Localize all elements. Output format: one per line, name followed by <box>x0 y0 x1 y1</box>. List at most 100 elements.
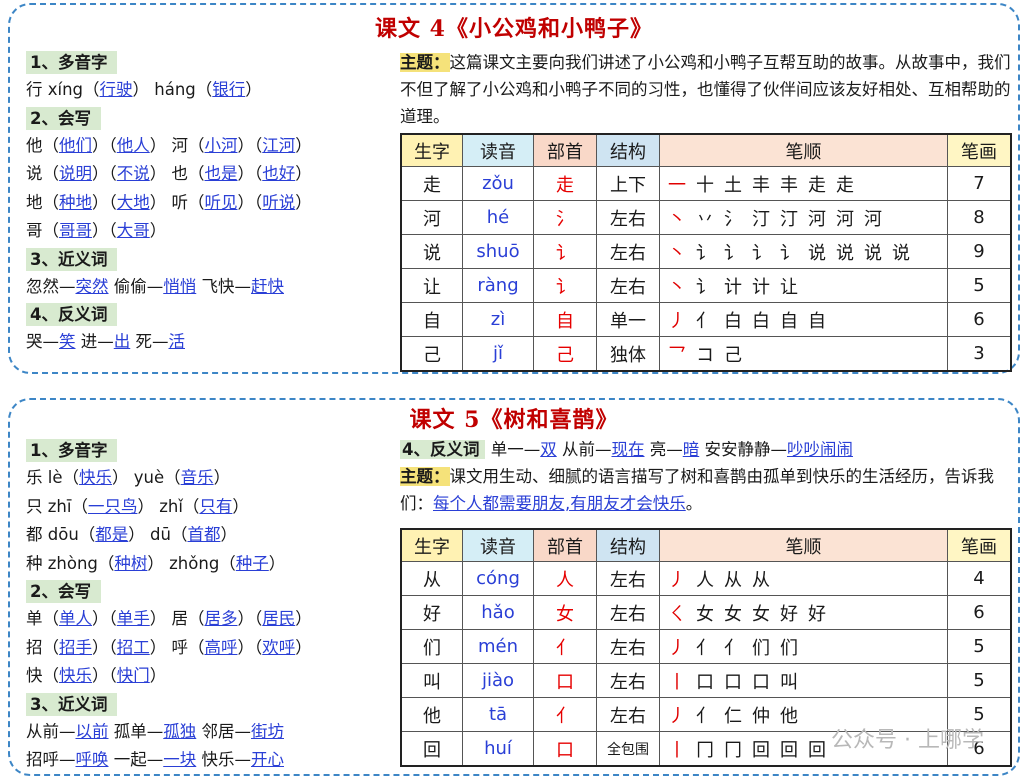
stroke-step: 冂 <box>724 739 752 761</box>
pinyin: zhī（ <box>47 496 88 516</box>
example-word: 居多 <box>204 609 238 628</box>
text: ）（ <box>92 637 117 657</box>
char-cell: 己 <box>400 336 463 372</box>
text: ）（ <box>237 609 263 628</box>
stroke-step: 说 <box>892 242 920 264</box>
example-word: 居民 <box>262 609 296 628</box>
stroke-step: 口 <box>752 671 780 693</box>
lesson4-theme-text: 这篇课文主要向我们讲述了小公鸡和小鸭子互帮互助的故事。从故事中，我们不但了解了小… <box>400 53 1011 126</box>
stroke-step: ㄑ <box>668 603 696 625</box>
lesson4-panel: 课文 4《小公鸡和小鸭子》 1、多音字 行 xíng（行驶） háng（银行） … <box>8 3 1020 374</box>
text: ）（ <box>92 192 117 212</box>
polyphone-line: 都 dōu（都是） dū（首都） <box>26 521 396 550</box>
table-header: 笔顺 <box>659 133 948 167</box>
synonym-word: 快乐— <box>196 750 251 769</box>
stroke-step: 口 <box>696 671 724 693</box>
stroke-order-cell: 丶讠计计让 <box>659 268 948 303</box>
stroke-count-cell: 9 <box>947 234 1012 269</box>
example-word: 招手 <box>59 637 92 657</box>
pinyin-cell: cóng <box>462 561 534 596</box>
stroke-step: 从 <box>752 569 780 591</box>
stroke-step: 好 <box>808 603 836 625</box>
lesson4-polyphone-heading: 1、多音字 <box>26 51 118 74</box>
antonym-word: 从前— <box>556 440 612 459</box>
watermark: 公众号 · 上哪学 <box>831 728 984 753</box>
antonym-answer: 双 <box>540 440 557 459</box>
stroke-order-cell: 一十土丰丰走走 <box>659 166 948 201</box>
antonym-word: 死— <box>130 332 169 351</box>
example-word: 种树 <box>114 553 148 573</box>
structure-cell: 左右 <box>596 595 660 630</box>
example-word: 只有 <box>199 496 233 516</box>
stroke-step: 讠 <box>724 242 752 264</box>
antonym-answer: 暗 <box>682 440 700 459</box>
stroke-step: 仁 <box>724 705 752 727</box>
example-word: 也好 <box>262 164 296 183</box>
stroke-step: 汀 <box>780 208 808 230</box>
table-header: 结构 <box>596 133 660 167</box>
char-cell: 走 <box>400 166 463 201</box>
pinyin-cell: shuō <box>462 234 534 269</box>
synonym-word: 飞快— <box>196 276 251 296</box>
stroke-step: 丷 <box>696 208 724 230</box>
stroke-step: 丰 <box>780 174 808 196</box>
write-char: 河（ <box>166 135 205 155</box>
text: ） <box>295 637 312 657</box>
text: ） <box>232 496 249 516</box>
stroke-step: 河 <box>864 208 892 230</box>
table-row: 好 hǎo 女左右 ㄑ女女女好好 6 <box>400 595 1012 630</box>
table-header-row: 生字 读音 部首 结构 笔顺 笔画 <box>400 133 1012 167</box>
synonym-word: 从前— <box>26 721 76 741</box>
stroke-step: 人 <box>696 569 724 591</box>
stroke-step: 走 <box>808 174 836 196</box>
text: ）（ <box>237 135 263 155</box>
synonym-word: 招呼— <box>26 750 76 769</box>
stroke-step: 丿 <box>668 637 696 659</box>
lesson4-theme-label: 主题： <box>400 53 450 72</box>
lesson5-notes: 1、多音字 乐 lè（快乐） yuè（音乐）只 zhī（一只鸟） zhǐ（只有）… <box>26 437 396 775</box>
stroke-order-cell: 丿人从从 <box>659 561 948 596</box>
antonym-answer: 出 <box>113 332 131 351</box>
radical-cell: 己 <box>533 336 597 372</box>
write-char: 单（ <box>26 609 59 628</box>
write-line: 单（单人）（单手） 居（居多）（居民） <box>26 605 396 634</box>
char-cell: 们 <box>400 629 463 664</box>
text: ） <box>149 164 167 183</box>
radical-cell: 讠 <box>533 234 597 269</box>
table-row: 说 shuō 讠左右 丶讠讠讠讠说说说说 9 <box>400 234 1012 269</box>
structure-cell: 左右 <box>596 697 660 732</box>
lesson4-synonym-heading: 3、近义词 <box>26 247 118 271</box>
write-char: 也（ <box>166 164 205 183</box>
pinyin-cell: hé <box>462 200 534 235</box>
text: ） <box>268 553 286 573</box>
lesson4-notes: 1、多音字 行 xíng（行驶） háng（银行） 2、会写 他（他们）（他人）… <box>26 49 396 357</box>
write-char: 他（ <box>26 135 59 155</box>
stroke-step: 己 <box>724 344 752 366</box>
table-row: 叫 jiào 口左右 丨口口口叫 5 <box>400 663 1012 698</box>
synonym-answer: 孤独 <box>163 721 197 741</box>
synonym-answer: 悄悄 <box>163 276 197 296</box>
polyphone-char: 都 <box>26 525 48 544</box>
text: ） <box>149 609 167 628</box>
pinyin-cell: zì <box>462 302 534 337</box>
synonym-answer: 街坊 <box>251 721 284 741</box>
example-word: 音乐 <box>180 468 214 487</box>
stroke-step: 河 <box>836 208 864 230</box>
write-char: 居（ <box>166 609 205 628</box>
antonym-word: 单一— <box>490 440 541 459</box>
polyphone-char: 只 <box>26 496 48 516</box>
stroke-step: 走 <box>836 174 864 196</box>
radical-cell: 亻 <box>533 629 597 664</box>
lesson4-char-table: 生字 读音 部首 结构 笔顺 笔画走 zǒu 走上下 一十土丰丰走走 7 河 hé 氵左右 丶丷氵汀汀河河… <box>400 133 1012 372</box>
stroke-count-cell: 3 <box>947 336 1012 372</box>
stroke-order-cell: 丶丷氵汀汀河河河 <box>659 200 948 235</box>
stroke-count-cell: 4 <box>947 561 1012 596</box>
example-word: 一只鸟 <box>87 496 138 516</box>
antonym-answer: 活 <box>168 332 186 351</box>
write-char: 听（ <box>166 192 205 212</box>
write-line: 哥（哥哥）（大哥） <box>26 217 396 246</box>
lesson5-theme-label: 主题： <box>400 467 450 486</box>
stroke-step: 讠 <box>696 242 724 264</box>
pinyin-cell: jǐ <box>462 336 534 372</box>
lesson5-synonym-heading: 3、近义词 <box>26 692 118 716</box>
